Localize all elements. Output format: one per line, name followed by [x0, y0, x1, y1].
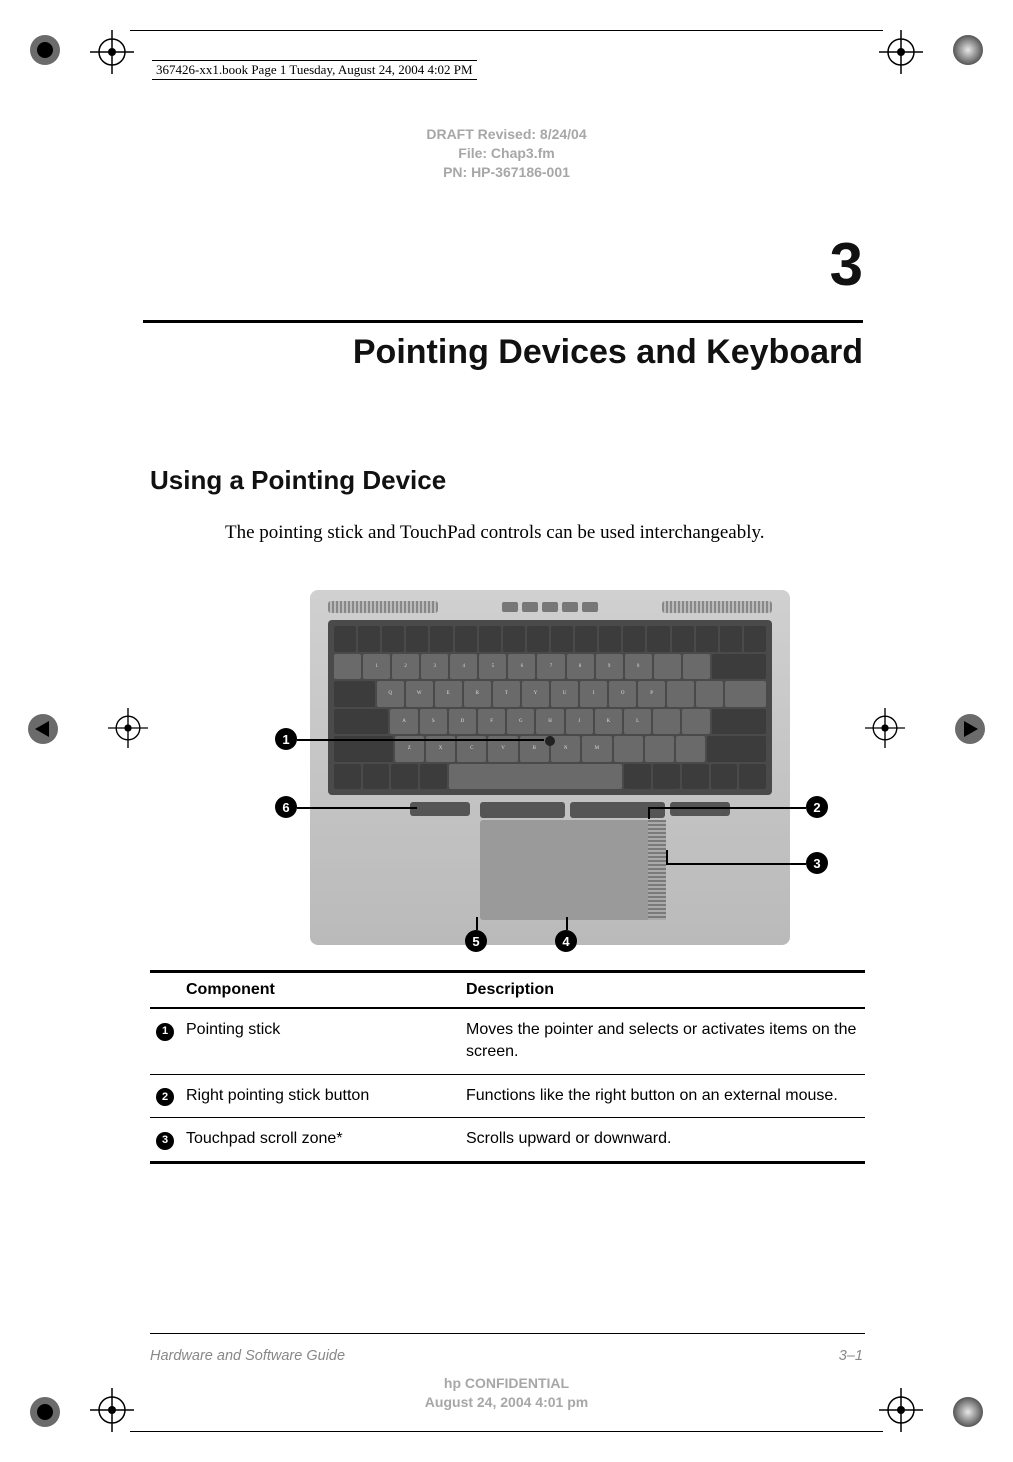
draft-line: PN: HP-367186-001 — [0, 163, 1013, 182]
keyboard-illustration: 1234567890 QWERTYUIOP ASDFGHJKL ZXCVBNM — [328, 620, 772, 795]
draft-header: DRAFT Revised: 8/24/04 File: Chap3.fm PN… — [0, 125, 1013, 182]
callout-badge: 3 — [806, 852, 828, 874]
footer-rule — [150, 1333, 865, 1334]
side-arrow-icon — [25, 711, 61, 747]
row-component: Pointing stick — [180, 1008, 460, 1074]
registration-mark-icon — [879, 30, 923, 74]
pointing-stick-button-left — [410, 802, 470, 816]
side-arrow-icon — [952, 711, 988, 747]
callout-leader-line — [668, 863, 806, 865]
print-mark-icon — [948, 30, 988, 70]
row-description: Moves the pointer and selects or activat… — [460, 1008, 865, 1074]
table-row: 3 Touchpad scroll zone* Scrolls upward o… — [150, 1118, 865, 1162]
callout-leader-line — [650, 807, 806, 809]
callout-leader-line — [476, 917, 478, 930]
book-info-bar: 367426-xx1.book Page 1 Tuesday, August 2… — [152, 60, 477, 80]
callout-badge: 4 — [555, 930, 577, 952]
callout-leader-line — [566, 917, 568, 930]
media-button-icon — [582, 602, 598, 612]
row-component: Touchpad scroll zone* — [180, 1118, 460, 1162]
draft-line: DRAFT Revised: 8/24/04 — [0, 125, 1013, 144]
table-header-component: Component — [180, 972, 460, 1009]
section-heading: Using a Pointing Device — [150, 465, 446, 496]
touchpad-button-left — [480, 802, 565, 818]
chapter-number: 3 — [830, 230, 863, 299]
registration-mark-icon — [108, 708, 148, 748]
footer-guide-title: Hardware and Software Guide — [150, 1348, 345, 1364]
chapter-title: Pointing Devices and Keyboard — [143, 320, 863, 372]
component-table: Component Description 1 Pointing stick M… — [150, 970, 865, 1164]
pointing-stick-button-right — [670, 802, 730, 816]
registration-mark-icon — [865, 708, 905, 748]
draft-line: File: Chap3.fm — [0, 144, 1013, 163]
pointing-stick-icon — [545, 736, 555, 746]
media-button-icon — [502, 602, 518, 612]
keyboard-touchpad-figure: 1234567890 QWERTYUIOP ASDFGHJKL ZXCVBNM — [310, 590, 790, 945]
table-header-description: Description — [460, 972, 865, 1009]
touchpad-area — [480, 820, 650, 920]
row-number-badge: 1 — [156, 1023, 174, 1041]
body-paragraph: The pointing stick and TouchPad controls… — [225, 520, 815, 546]
footer-confidential-line: hp CONFIDENTIAL — [0, 1374, 1013, 1393]
row-description: Scrolls upward or downward. — [460, 1118, 865, 1162]
row-description: Functions like the right button on an ex… — [460, 1074, 865, 1117]
table-row: 1 Pointing stick Moves the pointer and s… — [150, 1008, 865, 1074]
callout-badge: 5 — [465, 930, 487, 952]
media-button-icon — [542, 602, 558, 612]
callout-badge: 2 — [806, 796, 828, 818]
touchpad-button-right — [570, 802, 665, 818]
footer-confidential: hp CONFIDENTIAL August 24, 2004 4:01 pm — [0, 1374, 1013, 1412]
footer-confidential-line: August 24, 2004 4:01 pm — [0, 1393, 1013, 1412]
touchpad-scroll-zone — [648, 820, 666, 920]
registration-mark-icon — [90, 30, 134, 74]
footer-page-number: 3–1 — [839, 1348, 863, 1364]
speaker-bar — [328, 598, 772, 616]
callout-leader-line — [297, 739, 544, 741]
speaker-grille-icon — [328, 601, 438, 613]
media-button-icon — [522, 602, 538, 612]
row-number-badge: 3 — [156, 1132, 174, 1150]
callout-badge: 1 — [275, 728, 297, 750]
print-mark-icon — [25, 30, 65, 70]
callout-badge: 6 — [275, 796, 297, 818]
table-row: 2 Right pointing stick button Functions … — [150, 1074, 865, 1117]
callout-leader-line — [648, 807, 650, 819]
media-button-icon — [562, 602, 578, 612]
row-component: Right pointing stick button — [180, 1074, 460, 1117]
callout-leader-line — [666, 850, 668, 865]
callout-leader-line — [297, 807, 417, 809]
speaker-grille-icon — [662, 601, 772, 613]
row-number-badge: 2 — [156, 1088, 174, 1106]
